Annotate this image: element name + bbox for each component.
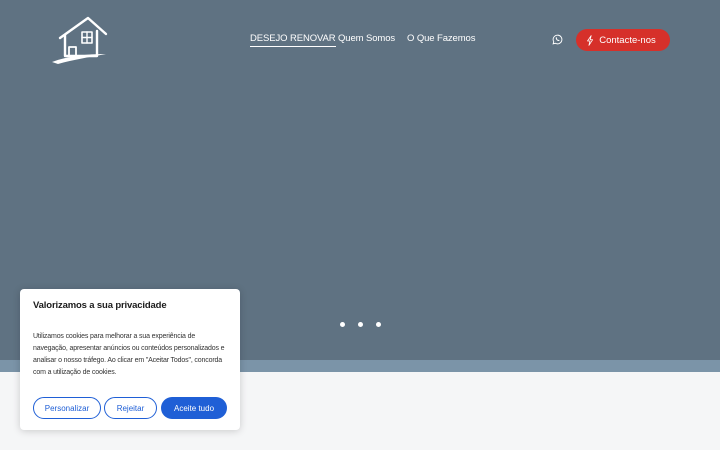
slide-dot-2[interactable] [358,322,363,327]
nav-o-que-fazemos[interactable]: O Que Fazemos [407,33,476,44]
slide-dot-1[interactable] [340,322,345,327]
slide-dot-3[interactable] [376,322,381,327]
contact-button[interactable]: Contacte-nos [576,29,670,51]
cookie-banner-text: Utilizamos cookies para melhorar a sua e… [33,333,225,376]
contact-button-label: Contacte-nos [599,34,656,46]
customize-button[interactable]: Personalizar [33,397,101,419]
whatsapp-icon[interactable] [552,34,563,45]
nav-quem-somos[interactable]: Quem Somos [338,33,395,44]
cookie-consent-banner: Valorizamos a sua privacidade Utilizamos… [20,289,240,430]
nav-desejo-renovar[interactable]: DESEJO RENOVAR [250,33,336,47]
house-logo-icon[interactable] [50,14,110,66]
cookie-banner-title: Valorizamos a sua privacidade [33,300,167,311]
reject-button[interactable]: Rejeitar [104,397,157,419]
accept-all-button[interactable]: Aceite tudo [161,397,227,419]
lightning-icon [587,34,594,46]
